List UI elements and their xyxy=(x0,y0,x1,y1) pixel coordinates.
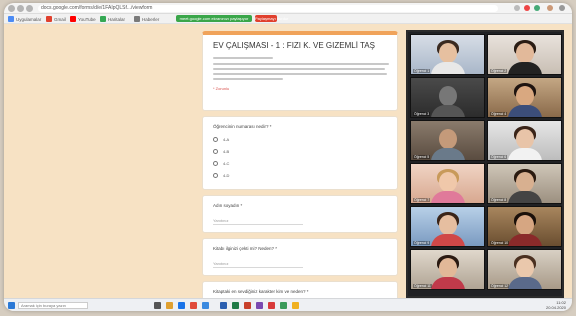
clock: 11:02 20.04.2020 xyxy=(545,300,566,310)
mail-icon[interactable] xyxy=(202,302,209,309)
question-card: Adın soyadın * Yanıtınız xyxy=(202,195,398,233)
radio-option[interactable]: 4-D xyxy=(213,173,229,178)
participant-tile[interactable]: Öğrenci 11 xyxy=(410,249,485,290)
answer-input[interactable]: Yanıtınız xyxy=(213,261,303,268)
taskbar: Aramak için buraya yazın 11:02 20.04.202… xyxy=(4,298,572,311)
bookmark-youtube[interactable]: YouTube xyxy=(70,15,96,23)
question-label: Öğrencinin numarası nedir? * xyxy=(213,124,272,129)
apps-icon xyxy=(8,16,14,22)
participant-tile[interactable]: Öğrenci 3 xyxy=(410,77,485,118)
app-icon[interactable] xyxy=(280,302,287,309)
form-page: EV ÇALIŞMASI - 1 : FIZI K. VE GIZEMLİ TA… xyxy=(202,24,398,311)
gmail-icon xyxy=(46,16,52,22)
question-card: Kitabı ilginizi çekti mi? Neden? * Yanıt… xyxy=(202,238,398,276)
avatar[interactable] xyxy=(547,5,553,11)
extension-icon[interactable] xyxy=(524,5,530,11)
participant-tile[interactable]: Öğrenci 4 xyxy=(487,77,562,118)
powerpoint-icon[interactable] xyxy=(244,302,251,309)
radio-button[interactable] xyxy=(213,173,218,178)
share-status: meet.google.com ekranınızı paylaşıyor xyxy=(176,15,252,22)
app-icon[interactable] xyxy=(268,302,275,309)
app-icon[interactable] xyxy=(292,302,299,309)
participant-tile[interactable]: Öğrenci 7 xyxy=(410,163,485,204)
participant-tile[interactable]: Öğrenci 1 xyxy=(410,34,485,75)
star-icon[interactable] xyxy=(514,5,520,11)
question-label: Kitabı ilginizi çekti mi? Neden? * xyxy=(213,246,278,251)
taskbar-search-input[interactable]: Aramak için buraya yazın xyxy=(18,302,88,309)
description-line xyxy=(213,63,389,65)
bookmark-news[interactable]: Haberler xyxy=(134,15,159,23)
screen-share-notice: meet.google.com ekranınızı paylaşıyor Pa… xyxy=(176,15,288,22)
stop-share-button[interactable]: Paylaşmayı durdur xyxy=(255,15,288,22)
description-line xyxy=(213,68,385,70)
address-text: docs.google.com/forms/d/e/1FAIpQLSf.../v… xyxy=(41,5,153,11)
back-icon[interactable] xyxy=(8,5,15,12)
edge-icon[interactable] xyxy=(178,302,185,309)
answer-input[interactable]: Yanıtınız xyxy=(213,218,303,225)
participant-tile[interactable]: Öğrenci 2 xyxy=(487,34,562,75)
participant-tile[interactable]: Öğrenci 6 xyxy=(487,120,562,161)
address-input[interactable]: docs.google.com/forms/d/e/1FAIpQLSf.../v… xyxy=(38,5,498,12)
task-view-icon[interactable] xyxy=(154,302,161,309)
participant-tile[interactable]: Öğrenci 10 xyxy=(487,206,562,247)
bookmark-apps[interactable]: Uygulamalar xyxy=(8,15,41,23)
browser-url-bar: docs.google.com/forms/d/e/1FAIpQLSf.../v… xyxy=(4,3,572,14)
video-call-grid: Öğrenci 1 Öğrenci 2 Öğrenci 3 Öğrenci 4 … xyxy=(406,30,564,298)
bookmark-gmail[interactable]: Gmail xyxy=(46,15,66,23)
description-line xyxy=(213,57,273,59)
forward-icon[interactable] xyxy=(17,5,24,12)
radio-option[interactable]: 4-A xyxy=(213,137,229,142)
excel-icon[interactable] xyxy=(232,302,239,309)
menu-icon[interactable] xyxy=(559,5,565,11)
participant-tile[interactable]: Öğrenci 9 xyxy=(410,206,485,247)
form-header-card: EV ÇALIŞMASI - 1 : FIZI K. VE GIZEMLİ TA… xyxy=(202,31,398,111)
app-icon[interactable] xyxy=(256,302,263,309)
form-title: EV ÇALIŞMASI - 1 : FIZI K. VE GIZEMLİ TA… xyxy=(213,41,375,50)
radio-option[interactable]: 4-C xyxy=(213,161,229,166)
folder-icon[interactable] xyxy=(166,302,173,309)
word-icon[interactable] xyxy=(220,302,227,309)
question-label: Adın soyadın * xyxy=(213,203,243,208)
reload-icon[interactable] xyxy=(26,5,33,12)
description-line xyxy=(213,73,387,75)
start-icon[interactable] xyxy=(8,302,15,309)
radio-button[interactable] xyxy=(213,149,218,154)
screen: docs.google.com/forms/d/e/1FAIpQLSf.../v… xyxy=(4,3,572,311)
question-card: Öğrencinin numarası nedir? * 4-A 4-B 4-C… xyxy=(202,116,398,190)
participant-tile[interactable]: Öğrenci 5 xyxy=(410,120,485,161)
chrome-icon[interactable] xyxy=(190,302,197,309)
bookmarks-bar: Uygulamalar Gmail YouTube Haritalar Habe… xyxy=(4,14,572,24)
youtube-icon xyxy=(70,16,76,22)
radio-button[interactable] xyxy=(213,161,218,166)
description-line xyxy=(213,78,283,80)
extension-icon[interactable] xyxy=(534,5,540,11)
radio-option[interactable]: 4-B xyxy=(213,149,229,154)
participant-tile[interactable]: Öğrenci 12 xyxy=(487,249,562,290)
news-icon xyxy=(134,16,140,22)
bookmark-maps[interactable]: Haritalar xyxy=(100,15,125,23)
participant-tile[interactable]: Öğrenci 8 xyxy=(487,163,562,204)
radio-button[interactable] xyxy=(213,137,218,142)
required-note: * Zorunlu xyxy=(213,86,230,91)
question-label: Kitaptaki en sevdiğiniz karakter kim ve … xyxy=(213,289,309,294)
maps-icon xyxy=(100,16,106,22)
